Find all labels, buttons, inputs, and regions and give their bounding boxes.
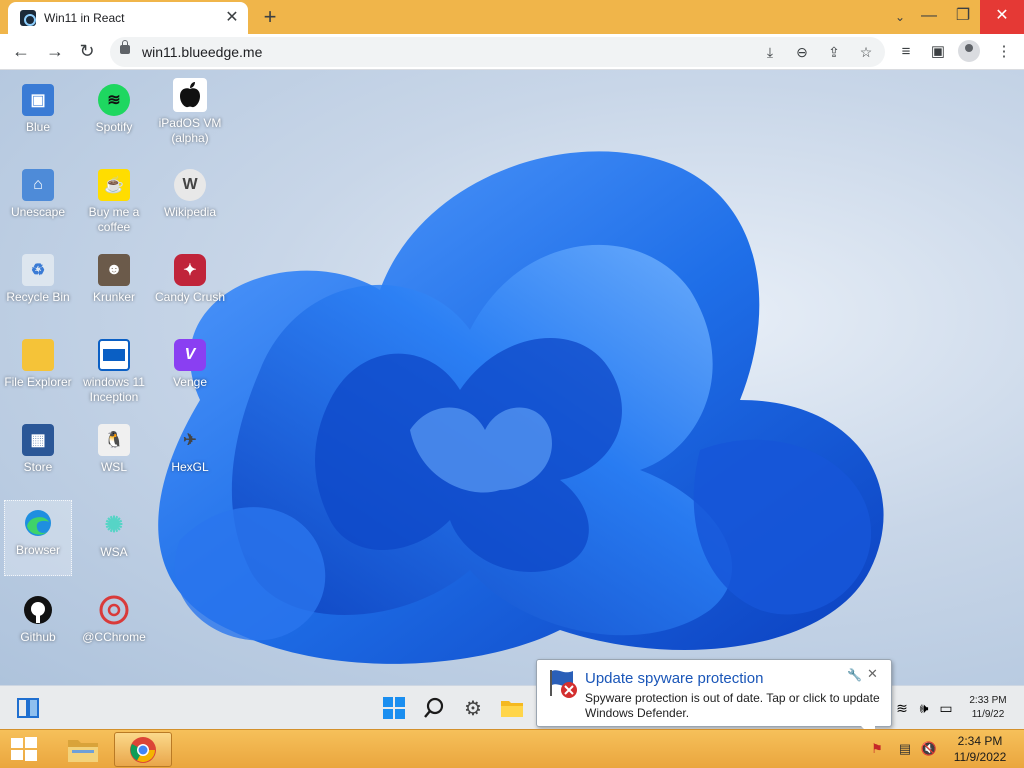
unescape-icon: ⌂ [22,169,54,201]
reload-button[interactable]: ↻ [72,36,102,66]
store-icon: ▦ [22,424,54,456]
tab-close-button[interactable]: ✕ [220,6,244,30]
desktop-icon-browser[interactable]: Browser [4,500,72,576]
defender-tray-icon[interactable]: ⚑ [868,740,886,758]
battery-icon[interactable]: ▭ [932,694,960,722]
desktop: ▣ Blue ⌂ Unescape ♻ Recycle Bin File Exp… [0,70,1024,685]
close-window-button[interactable]: ✕ [980,0,1024,34]
chrome-taskbar-icon [130,736,156,763]
host-clock[interactable]: 2:34 PM 11/9/2022 [944,733,1016,765]
notification-title: Update spyware protection [585,670,764,687]
search-icon [424,697,444,718]
desktop-icon-venge[interactable]: V Venge [152,333,228,413]
apple-icon [173,78,207,112]
network-tray-icon[interactable]: ▤ [896,740,914,758]
tab-search-icon[interactable]: ⌄ [886,0,914,34]
spotify-icon: ≋ [98,84,130,116]
browser-tab[interactable]: Win11 in React ✕ [8,2,248,34]
host-start-button[interactable] [10,736,38,762]
win11-favicon-icon [20,10,36,26]
host-explorer-button[interactable] [54,732,112,767]
wikipedia-icon: W [174,169,206,201]
menu-kebab-icon[interactable]: ⋮ [990,37,1018,67]
desktop-icon-windows-11-inception[interactable]: windows 11 Inception [76,333,152,413]
windows11-logo-icon [383,697,405,719]
blue-icon: ▣ [22,84,54,116]
tab-title: Win11 in React [44,11,125,25]
notification-body: Spyware protection is out of date. Tap o… [585,691,880,720]
android-icon: ✺ [104,512,124,537]
side-panel-icon[interactable]: ▣ [924,37,952,67]
defender-notification[interactable]: Update spyware protection Spyware protec… [536,659,892,740]
new-tab-button[interactable]: + [256,4,284,32]
notification-close-button[interactable]: ✕ [867,666,878,682]
desktop-icon-store[interactable]: ▦ Store [0,418,76,498]
volume-muted-tray-icon[interactable]: 🔇 [920,740,938,758]
minimize-button[interactable]: — [912,0,946,34]
browser-tabstrip: Win11 in React ✕ + ⌄ — ❐ ✕ [0,0,1024,34]
linux-penguin-icon: 🐧 [98,424,130,456]
windows-logo-icon [11,737,37,761]
file-explorer-taskbar-button[interactable] [498,694,526,722]
krunker-icon: ☻ [98,254,130,286]
coffee-icon: ☕ [98,169,130,201]
desktop-icon-buy-me-a-coffee[interactable]: ☕ Buy me a coffee [76,163,152,243]
share-icon[interactable]: ⇪ [822,40,846,64]
install-app-icon[interactable]: ⤓ [758,40,782,64]
desktop-icon-recycle-bin[interactable]: ♻ Recycle Bin [0,248,76,328]
zoom-icon[interactable]: ⊖ [790,40,814,64]
desktop-icon-candy-crush[interactable]: ✦ Candy Crush [152,248,228,328]
venge-icon: V [174,339,206,371]
desktop-icon-cchrome[interactable]: @CChrome [76,588,152,668]
lock-icon [120,40,130,54]
github-icon [22,594,54,626]
win11-time: 2:33 PM [969,695,1007,706]
defender-warning-icon [550,670,577,698]
edge-icon [22,507,54,539]
desktop-icon-blue[interactable]: ▣ Blue [0,78,76,158]
desktop-icon-hexgl[interactable]: ✈ HexGL [152,418,228,498]
desktop-icon-unescape[interactable]: ⌂ Unescape [0,163,76,243]
chrome-icon [98,594,130,626]
desktop-icon-wsa[interactable]: ✺ WSA [76,503,152,583]
host-taskbar: ⚑ ▤ 🔇 2:34 PM 11/9/2022 [0,729,1024,768]
forward-button[interactable]: → [40,36,70,66]
settings-gear-icon[interactable]: ⚙ [459,694,487,722]
url-text: win11.blueedge.me [142,44,263,60]
hexgl-icon: ✈ [183,432,197,449]
desktop-icon-spotify[interactable]: ≋ Spotify [76,78,152,158]
restore-button[interactable]: ❐ [946,0,980,34]
widgets-icon [17,698,39,718]
desktop-icon-krunker[interactable]: ☻ Krunker [76,248,152,328]
explorer-folder-icon [68,739,98,762]
start-button[interactable] [380,694,408,722]
widgets-button[interactable] [14,694,42,722]
search-button[interactable] [420,694,448,722]
browser-toolbar: ← → ↻ win11.blueedge.me ⤓ ⊖ ⇪ ☆ ≡ ▣ ⋮ [0,34,1024,70]
win11-clock[interactable]: 2:33 PM 11/9/22 [962,694,1014,722]
desktop-icon-ipados-vm[interactable]: iPadOS VM (alpha) [152,74,228,158]
file-explorer-icon [22,339,54,371]
bookmark-star-icon[interactable]: ☆ [854,40,878,64]
desktop-icon-file-explorer[interactable]: File Explorer [0,333,76,413]
inception-icon [98,339,130,371]
address-bar[interactable]: win11.blueedge.me ⤓ ⊖ ⇪ ☆ [110,37,885,67]
back-button[interactable]: ← [6,36,36,66]
candy-crush-icon: ✦ [174,254,206,286]
win11-date: 11/9/22 [971,709,1005,720]
host-chrome-button[interactable] [114,732,172,767]
notification-options-icon[interactable]: 🔧 [847,668,862,682]
media-control-icon[interactable]: ≡ [892,37,920,67]
desktop-icon-wikipedia[interactable]: W Wikipedia [152,163,228,243]
profile-avatar[interactable] [958,40,980,62]
host-time: 2:34 PM [957,734,1003,748]
folder-icon [501,701,523,717]
desktop-icon-wsl[interactable]: 🐧 WSL [76,418,152,498]
desktop-icon-github[interactable]: Github [0,588,76,668]
host-date: 11/9/2022 [953,750,1007,764]
recycle-bin-icon: ♻ [22,254,54,286]
